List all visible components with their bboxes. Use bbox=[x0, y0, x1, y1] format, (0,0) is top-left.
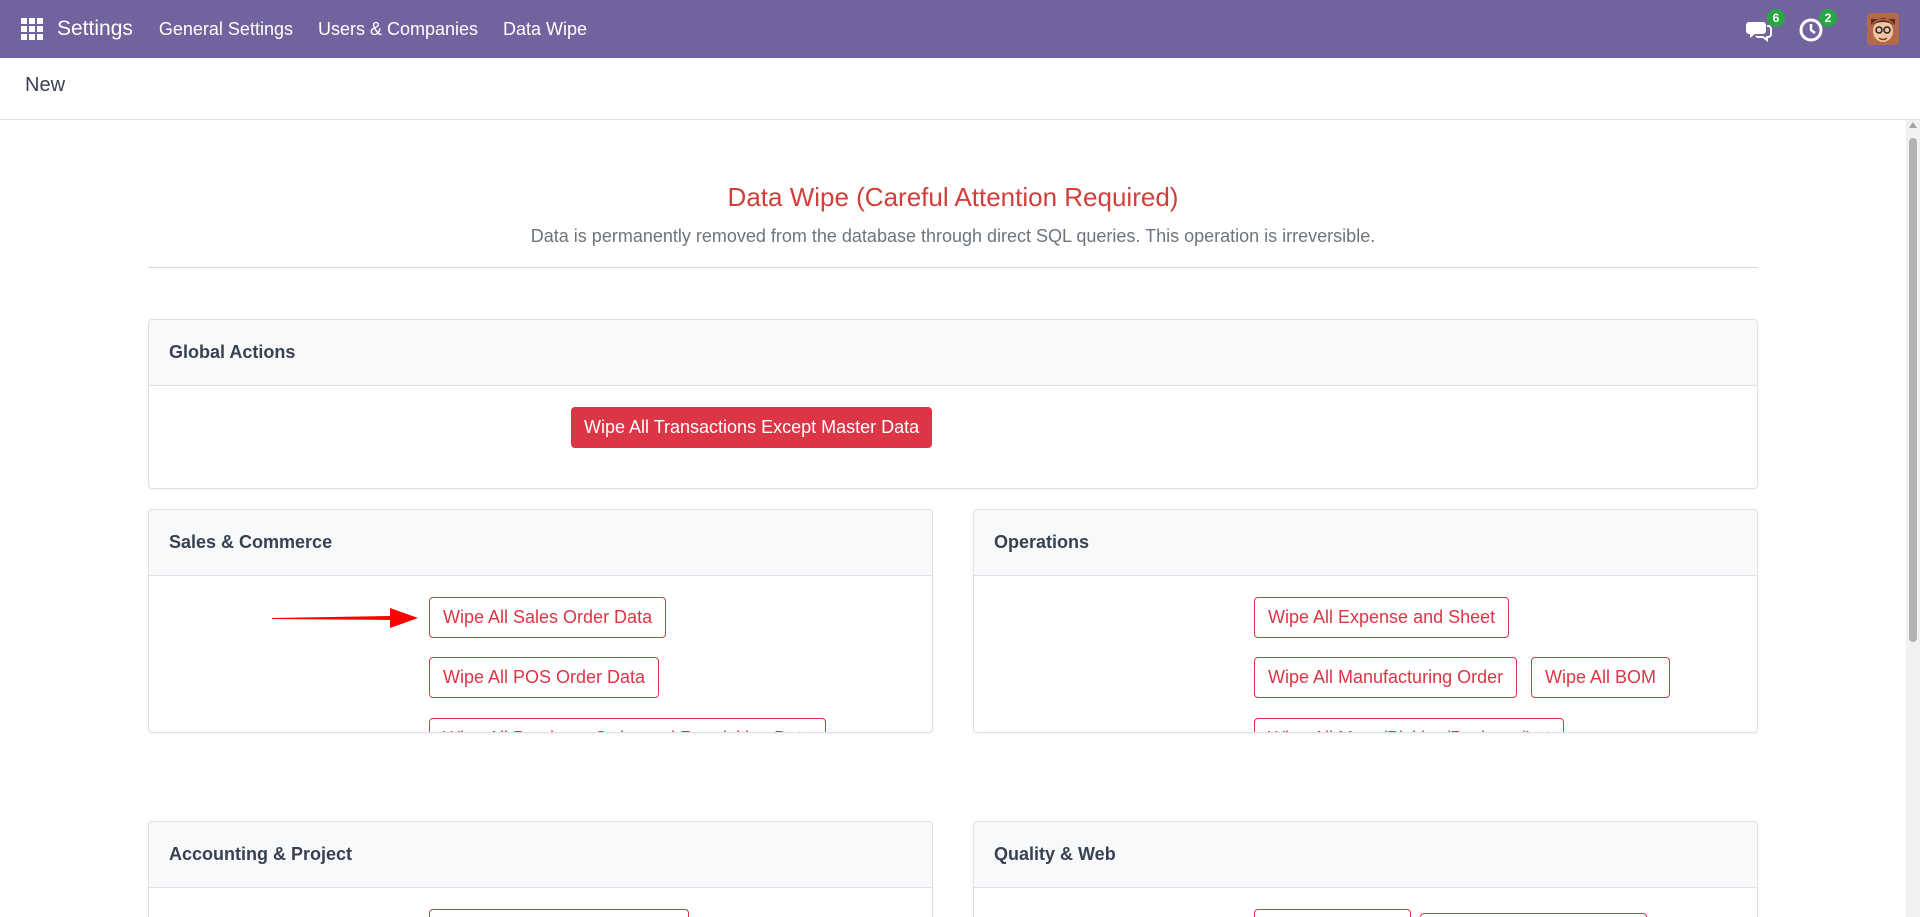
wipe-move-picking-button[interactable]: Wipe All Move/Picking/Package/Lot bbox=[1254, 718, 1565, 732]
card-accounting-project: Accounting & Project bbox=[148, 821, 933, 917]
quality-button-partial-2[interactable] bbox=[1420, 913, 1647, 917]
card-global-actions: Global Actions Wipe All Transactions Exc… bbox=[148, 319, 1758, 489]
accounting-button-partial[interactable] bbox=[429, 909, 689, 917]
wipe-sales-order-button[interactable]: Wipe All Sales Order Data bbox=[429, 597, 667, 638]
card-header-global-actions: Global Actions bbox=[149, 320, 1757, 386]
form-view: Data Wipe (Careful Attention Required) D… bbox=[0, 120, 1906, 917]
navbar-systray: 6 2 bbox=[1745, 0, 1920, 58]
vertical-scrollbar[interactable] bbox=[1906, 120, 1920, 917]
card-header-operations: Operations bbox=[974, 510, 1757, 576]
avatar-image bbox=[1867, 13, 1899, 45]
menu-data-wipe[interactable]: Data Wipe bbox=[503, 19, 587, 40]
card-header-accounting-project: Accounting & Project bbox=[149, 822, 932, 888]
card-header-quality-web: Quality & Web bbox=[974, 822, 1757, 888]
clock-icon[interactable]: 2 bbox=[1797, 9, 1837, 43]
menu-users-companies[interactable]: Users & Companies bbox=[318, 19, 478, 40]
chat-icon[interactable]: 6 bbox=[1745, 9, 1785, 43]
page-subtitle: Data is permanently removed from the dat… bbox=[530, 226, 1376, 246]
annotation-arrow-icon bbox=[272, 608, 418, 628]
activities-badge: 2 bbox=[1819, 9, 1837, 27]
wipe-purchase-order-button[interactable]: Wipe All Purchase Order and Requisition … bbox=[429, 718, 827, 732]
avatar[interactable] bbox=[1867, 13, 1899, 45]
wipe-manufacturing-order-button[interactable]: Wipe All Manufacturing Order bbox=[1254, 657, 1518, 698]
control-panel: New bbox=[0, 58, 1920, 120]
top-navbar: Settings General Settings Users & Compan… bbox=[0, 0, 1920, 58]
scroll-thumb[interactable] bbox=[1909, 138, 1917, 642]
wipe-expense-button[interactable]: Wipe All Expense and Sheet bbox=[1254, 597, 1510, 638]
apps-grid-icon[interactable] bbox=[21, 18, 43, 40]
quality-button-partial-1[interactable] bbox=[1254, 909, 1411, 917]
wipe-pos-order-button[interactable]: Wipe All POS Order Data bbox=[429, 657, 660, 698]
wipe-bom-button[interactable]: Wipe All BOM bbox=[1531, 657, 1671, 698]
messages-badge: 6 bbox=[1767, 9, 1785, 27]
scroll-up-arrow-icon[interactable] bbox=[1909, 122, 1917, 128]
card-header-sales-commerce: Sales & Commerce bbox=[149, 510, 932, 576]
app-brand[interactable]: Settings bbox=[57, 17, 133, 41]
page-title: Data Wipe (Careful Attention Required) bbox=[727, 182, 1179, 212]
card-sales-commerce: Sales & Commerce Wipe All Sales Order Da… bbox=[148, 509, 933, 733]
wipe-all-transactions-button[interactable]: Wipe All Transactions Except Master Data bbox=[571, 407, 933, 448]
card-quality-web: Quality & Web bbox=[973, 821, 1758, 917]
breadcrumb: New bbox=[25, 74, 66, 96]
title-divider bbox=[148, 267, 1758, 268]
menu-general-settings[interactable]: General Settings bbox=[159, 19, 293, 40]
card-operations: Operations Wipe All Expense and Sheet Wi… bbox=[973, 509, 1758, 733]
